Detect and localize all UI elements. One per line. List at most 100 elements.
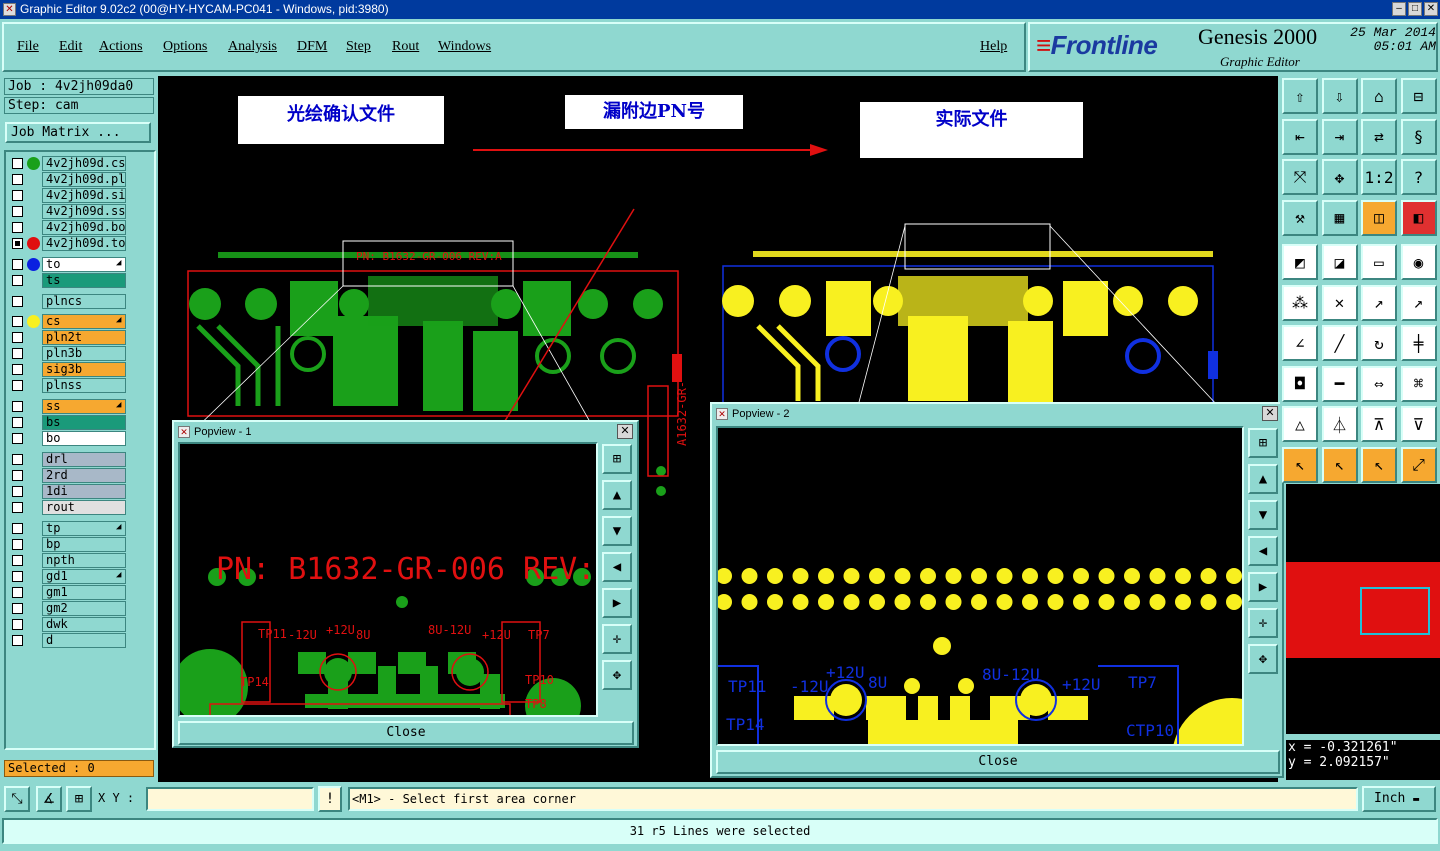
layer-checkbox[interactable] <box>12 522 23 534</box>
scale-icon[interactable]: 1:2 <box>1361 159 1397 195</box>
menu-windows[interactable]: Windows <box>438 39 491 55</box>
layer-checkbox[interactable] <box>12 174 23 185</box>
layer-checkbox[interactable] <box>12 274 23 286</box>
popview-2-view[interactable]: TP11 -12U +12U 8U 8U-12U +12U TP7 CTP10 … <box>716 426 1244 746</box>
menu-dfm[interactable]: DFM <box>297 39 327 55</box>
layer-name[interactable]: plncs <box>42 293 126 309</box>
layer-name[interactable]: 4v2jh09d.bo <box>42 220 126 235</box>
layer-row[interactable]: gd1 ◢ <box>10 568 128 584</box>
layer-name[interactable]: pln2t <box>42 330 126 346</box>
layer-checkbox[interactable] <box>12 454 23 465</box>
layer-row[interactable]: d <box>10 632 128 648</box>
layer-name[interactable]: drl <box>42 452 126 467</box>
maximize-button[interactable]: □ <box>1408 2 1422 16</box>
zoom-in-icon[interactable]: ⊞ <box>602 444 632 474</box>
layer-name[interactable]: rout <box>42 500 126 515</box>
ruler-icon[interactable]: ▭ <box>1361 244 1397 280</box>
menu-options[interactable]: Options <box>163 39 207 55</box>
layer-row[interactable]: npth <box>10 552 128 568</box>
layer-checkbox[interactable] <box>12 570 23 582</box>
layer-row[interactable]: pln2t <box>10 330 128 346</box>
pan-up-icon[interactable]: ▲ <box>602 480 632 510</box>
layer-name[interactable]: gm2 <box>42 600 126 616</box>
layer-checkbox[interactable] <box>12 364 23 376</box>
snake-icon[interactable]: § <box>1400 118 1437 155</box>
layer-color-dot[interactable] <box>27 315 40 329</box>
layer-name[interactable]: npth <box>42 552 126 568</box>
split-icon[interactable]: ⊟ <box>1400 78 1437 114</box>
layer-row[interactable]: to ◢ <box>10 256 128 272</box>
menu-edit[interactable]: Edit <box>59 39 82 55</box>
layer-name[interactable]: bs <box>42 415 126 431</box>
pointer-box-icon[interactable]: ↖ <box>1321 446 1358 483</box>
layer-name[interactable]: gm1 <box>42 584 126 600</box>
triangle-icon[interactable]: △ <box>1282 406 1318 442</box>
popview-1-close-button[interactable]: Close <box>178 721 634 745</box>
layer-row[interactable]: ss ◢ <box>10 399 128 415</box>
swap-icon[interactable]: ⇄ <box>1361 118 1397 155</box>
popview-2-close-icon[interactable]: ✕ <box>1262 406 1278 421</box>
layer-name[interactable]: pln3b <box>42 346 126 362</box>
menu-help[interactable]: Help <box>980 39 1007 55</box>
minimize-button[interactable]: – <box>1392 2 1406 16</box>
layer-name[interactable]: bp <box>42 536 126 552</box>
layer-row[interactable]: 4v2jh09d.pl <box>10 172 128 187</box>
alert-icon[interactable]: ! <box>318 786 342 812</box>
measure-icon[interactable]: ∡ <box>36 786 62 812</box>
fit-icon[interactable]: ✥ <box>1248 644 1278 674</box>
grid-toggle-icon[interactable]: ▦ <box>1321 199 1358 236</box>
query-icon[interactable]: ? <box>1400 159 1437 195</box>
layer-name[interactable]: 4v2jh09d.to <box>42 236 126 251</box>
connect-icon[interactable]: ◧ <box>1400 199 1437 236</box>
layer-checkbox[interactable] <box>12 586 23 598</box>
route-icon[interactable]: ⤢ <box>1400 446 1437 483</box>
layer-checkbox[interactable] <box>12 238 23 249</box>
layer-row[interactable]: pln3b <box>10 346 128 362</box>
layer-name[interactable]: ts <box>42 272 126 288</box>
triangle-bar-icon[interactable]: ⊼ <box>1361 406 1397 442</box>
layer-name[interactable]: dwk <box>42 616 126 632</box>
layer-name[interactable]: plnss <box>42 378 126 394</box>
layer-checkbox[interactable] <box>12 433 23 445</box>
pan-left-icon[interactable]: ◀ <box>602 552 632 582</box>
layer-checkbox[interactable] <box>12 634 23 646</box>
layer-row[interactable]: gm2 <box>10 600 128 616</box>
unit-selector[interactable]: Inch ▬ <box>1362 786 1436 812</box>
pad-icon[interactable]: ◉ <box>1400 244 1437 280</box>
layer-row[interactable]: cs ◢ <box>10 314 128 330</box>
layer-name[interactable]: gd1 <box>42 568 126 584</box>
popview-1-view[interactable]: PN: B1632-GR-006 REV:A TP11 -12U +12U 8U… <box>178 442 598 717</box>
zoom-in-icon[interactable]: ⊞ <box>1248 428 1278 458</box>
layer-row[interactable]: 4v2jh09d.ss <box>10 204 128 219</box>
zoom-out-icon[interactable]: ✛ <box>1248 608 1278 638</box>
pan-up-icon[interactable]: ▲ <box>1248 464 1278 494</box>
layer-name[interactable]: ss <box>42 399 126 415</box>
layer-row[interactable]: 4v2jh09d.si <box>10 188 128 203</box>
layer-checkbox[interactable] <box>12 222 23 233</box>
angle-icon[interactable]: ∠ <box>1282 325 1318 361</box>
layer-name[interactable]: 4v2jh09d.si <box>42 188 126 203</box>
layer-row[interactable]: bo <box>10 431 128 447</box>
layer-row[interactable]: sig3b <box>10 362 128 378</box>
layer-name[interactable]: to <box>42 256 126 272</box>
pan-left-icon[interactable]: ◀ <box>1248 536 1278 566</box>
layer-row[interactable]: ts <box>10 272 128 288</box>
zoom-out-icon[interactable]: ✛ <box>602 624 632 654</box>
layer-name[interactable]: 2rd <box>42 468 126 483</box>
layer-checkbox[interactable] <box>12 295 23 307</box>
triangle-cross-icon[interactable]: ⊽ <box>1400 406 1437 442</box>
layer-row[interactable]: tp ◢ <box>10 520 128 536</box>
layer-checkbox[interactable] <box>12 554 23 566</box>
tools-icon[interactable]: ⚒ <box>1282 199 1318 236</box>
draw-icon[interactable]: ◪ <box>1321 244 1358 280</box>
point-icon[interactable]: ◘ <box>1282 365 1318 402</box>
layer-name[interactable]: d <box>42 632 126 648</box>
pointer-icon[interactable]: ↖ <box>1282 446 1318 483</box>
pointer-move-icon[interactable]: ↖ <box>1361 446 1397 483</box>
pan-down-icon[interactable]: ▼ <box>1248 500 1278 530</box>
layer-row[interactable]: 4v2jh09d.cs <box>10 156 128 171</box>
popview-2-close-button[interactable]: Close <box>716 750 1280 774</box>
layer-row[interactable]: dwk <box>10 616 128 632</box>
menu-file[interactable]: File <box>17 39 39 55</box>
menu-analysis[interactable]: Analysis <box>228 39 277 55</box>
